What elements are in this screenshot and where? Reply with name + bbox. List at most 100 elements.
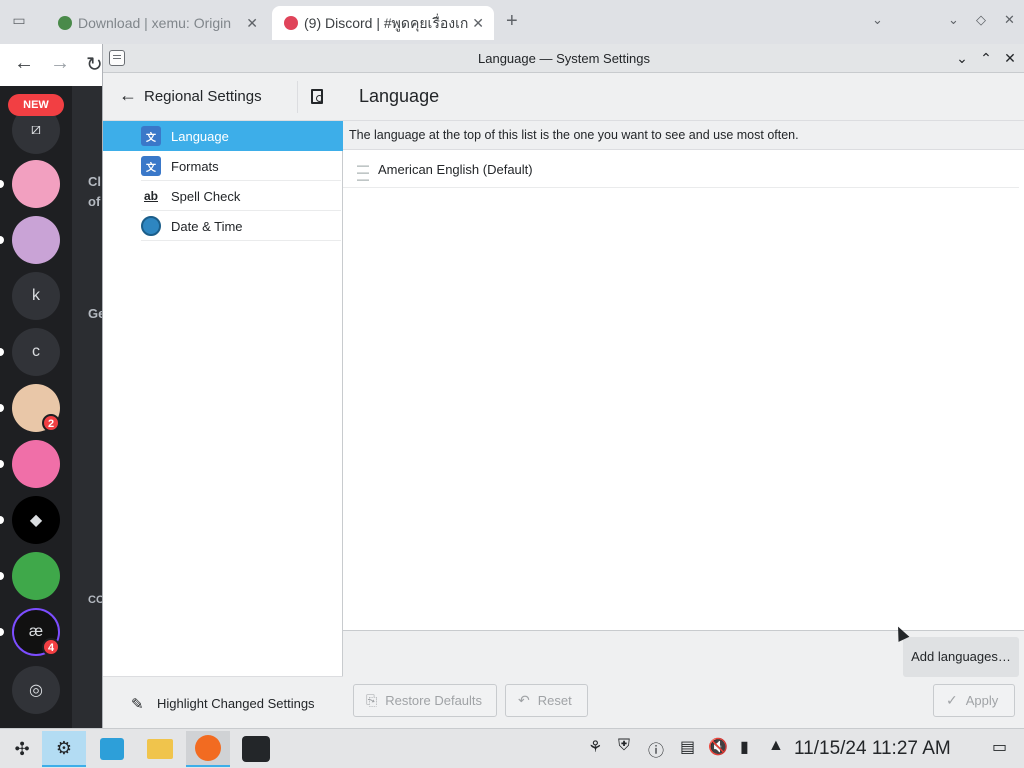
- server-avatar[interactable]: k: [12, 272, 60, 320]
- taskbar: ✣ ⚙ ⚘ ⛨ ⓘ ▤ 🔇 ▮ ▲ 11/15/24 11:27 AM ▭: [0, 728, 1024, 768]
- sidebar-list: 文 Language 文 Formats ab Spell Check Date…: [103, 121, 343, 241]
- channel-text-fragment: Ge: [88, 306, 102, 321]
- channel-text-fragment: CO: [88, 594, 102, 606]
- apply-label: Apply: [965, 693, 999, 708]
- taskbar-discover[interactable]: [90, 731, 134, 767]
- sidebar-header: ← Regional Settings: [103, 73, 343, 121]
- shield-icon[interactable]: ⛨: [618, 737, 630, 755]
- back-arrow-icon[interactable]: ←: [119, 85, 137, 106]
- add-languages-button[interactable]: Add languages…: [903, 637, 1019, 677]
- minimize-icon[interactable]: ⌄: [952, 48, 972, 68]
- sidebar-item-spell-check[interactable]: ab Spell Check: [103, 181, 343, 211]
- browser-tab-xemu[interactable]: Download | xemu: Origin ✕: [46, 6, 268, 40]
- reload-icon[interactable]: ↻: [86, 52, 103, 77]
- gear-icon: ⚙: [55, 737, 73, 758]
- unread-pill: [0, 348, 4, 356]
- language-page: Language The language at the top of this…: [343, 73, 1024, 728]
- unread-pill: [0, 180, 4, 188]
- system-settings-window: Language — System Settings ⌄ ⌃ ✕ ← Regio…: [102, 44, 1024, 728]
- discord-channel-list: Cl of Ge CO: [72, 86, 102, 728]
- notifications-icon[interactable]: ⓘ: [648, 737, 664, 761]
- restore-icon: ⎘: [366, 692, 378, 708]
- app-launcher-icon[interactable]: ✣: [0, 731, 44, 767]
- drag-handle-icon[interactable]: — — —: [357, 159, 369, 185]
- taskbar-terminal[interactable]: [234, 731, 278, 767]
- forward-icon[interactable]: →: [50, 52, 70, 75]
- tab-overview-icon[interactable]: ▭: [8, 12, 30, 32]
- unread-pill: [0, 516, 4, 524]
- sidebar-item-label: Date & Time: [171, 218, 243, 234]
- server-avatar[interactable]: c: [12, 328, 60, 376]
- highlight-changed-settings-button[interactable]: ✎ Highlight Changed Settings: [103, 676, 343, 728]
- taskbar-system-settings[interactable]: ⚙: [42, 731, 86, 767]
- channel-text-fragment: of: [88, 194, 101, 209]
- taskbar-clock[interactable]: 11/15/24 11:27 AM: [794, 738, 951, 760]
- show-desktop-icon[interactable]: ▭: [992, 737, 1007, 757]
- unread-pill: [0, 460, 4, 468]
- sidebar-item-formats[interactable]: 文 Formats: [103, 151, 343, 181]
- reset-button[interactable]: ↶ Reset: [505, 684, 588, 717]
- browser-close-icon[interactable]: ✕: [1004, 12, 1015, 28]
- unread-pill: [0, 572, 4, 580]
- tray-expand-icon[interactable]: ▲: [768, 737, 784, 755]
- taskbar-browser[interactable]: [186, 731, 230, 767]
- language-name: American English (Default): [378, 162, 533, 177]
- back-icon[interactable]: ←: [14, 52, 34, 75]
- search-page-icon[interactable]: [297, 81, 333, 113]
- battery-icon[interactable]: ▮: [740, 737, 749, 757]
- language-list: — — — American English (Default): [343, 149, 1024, 631]
- restore-defaults-button[interactable]: ⎘ Restore Defaults: [353, 684, 497, 717]
- clipboard-icon[interactable]: ▤: [680, 737, 695, 757]
- highlight-label: Highlight Changed Settings: [157, 696, 315, 711]
- page-description: The language at the top of this list is …: [349, 128, 799, 142]
- language-icon: 文: [141, 126, 161, 146]
- folder-icon: [147, 739, 173, 759]
- tab-title: (9) Discord | #พูดคุยเรื่องเก: [304, 15, 469, 31]
- roblox-server-icon[interactable]: ◆: [12, 496, 60, 544]
- tab-title: Download | xemu: Origin: [78, 15, 232, 31]
- sidebar-item-date-time[interactable]: Date & Time: [103, 211, 343, 241]
- list-item[interactable]: — — — American English (Default): [343, 150, 1019, 188]
- close-icon[interactable]: ✕: [1000, 48, 1020, 68]
- settings-sidebar: ← Regional Settings 文 Language 文 Formats…: [103, 73, 343, 728]
- page-title: Language: [359, 86, 440, 106]
- server-avatar[interactable]: [12, 160, 60, 208]
- sidebar-item-language[interactable]: 文 Language: [103, 121, 343, 151]
- sidebar-item-label: Spell Check: [171, 188, 241, 204]
- volume-muted-icon[interactable]: 🔇: [708, 737, 728, 757]
- close-tab-icon[interactable]: ✕: [472, 6, 484, 40]
- xemu-favicon-icon: [58, 16, 72, 30]
- unread-pill: [0, 628, 4, 636]
- close-tab-icon[interactable]: ✕: [246, 6, 258, 40]
- window-titlebar[interactable]: Language — System Settings ⌄ ⌃ ✕: [103, 44, 1024, 73]
- unread-pill: [0, 236, 4, 244]
- page-header: Language: [343, 73, 1024, 121]
- browser-maximize-icon[interactable]: ◇: [976, 12, 986, 28]
- network-icon[interactable]: ⚘: [588, 737, 602, 757]
- sidebar-item-label: Formats: [171, 158, 219, 174]
- maximize-icon[interactable]: ⌃: [976, 48, 996, 68]
- checkmark-icon: ✓: [946, 692, 958, 708]
- sidebar-title: Regional Settings: [144, 88, 262, 105]
- browser-minimize-icon[interactable]: ⌄: [948, 12, 959, 28]
- tab-list-chevron-icon[interactable]: ⌄: [872, 12, 883, 28]
- server-avatar[interactable]: [12, 552, 60, 600]
- explore-compass-icon[interactable]: ◎: [12, 666, 60, 714]
- sidebar-item-label: Language: [171, 128, 229, 144]
- new-tab-button[interactable]: +: [506, 10, 518, 33]
- highlight-pen-icon: ✎: [131, 696, 144, 713]
- mention-badge: 2: [42, 414, 60, 432]
- reset-label: Reset: [537, 693, 572, 708]
- server-avatar[interactable]: [12, 440, 60, 488]
- clock-icon: [141, 216, 161, 236]
- server-avatar[interactable]: [12, 216, 60, 264]
- apply-button[interactable]: ✓ Apply: [933, 684, 1015, 717]
- channel-text-fragment: Cl: [88, 174, 101, 189]
- browser-tab-discord[interactable]: (9) Discord | #พูดคุยเรื่องเก ✕: [272, 6, 494, 40]
- formats-icon: 文: [141, 156, 161, 176]
- store-icon: [100, 738, 124, 760]
- browser-icon: [195, 735, 221, 761]
- undo-icon: ↶: [518, 692, 530, 708]
- taskbar-file-manager[interactable]: [138, 731, 182, 767]
- terminal-icon: [242, 736, 270, 762]
